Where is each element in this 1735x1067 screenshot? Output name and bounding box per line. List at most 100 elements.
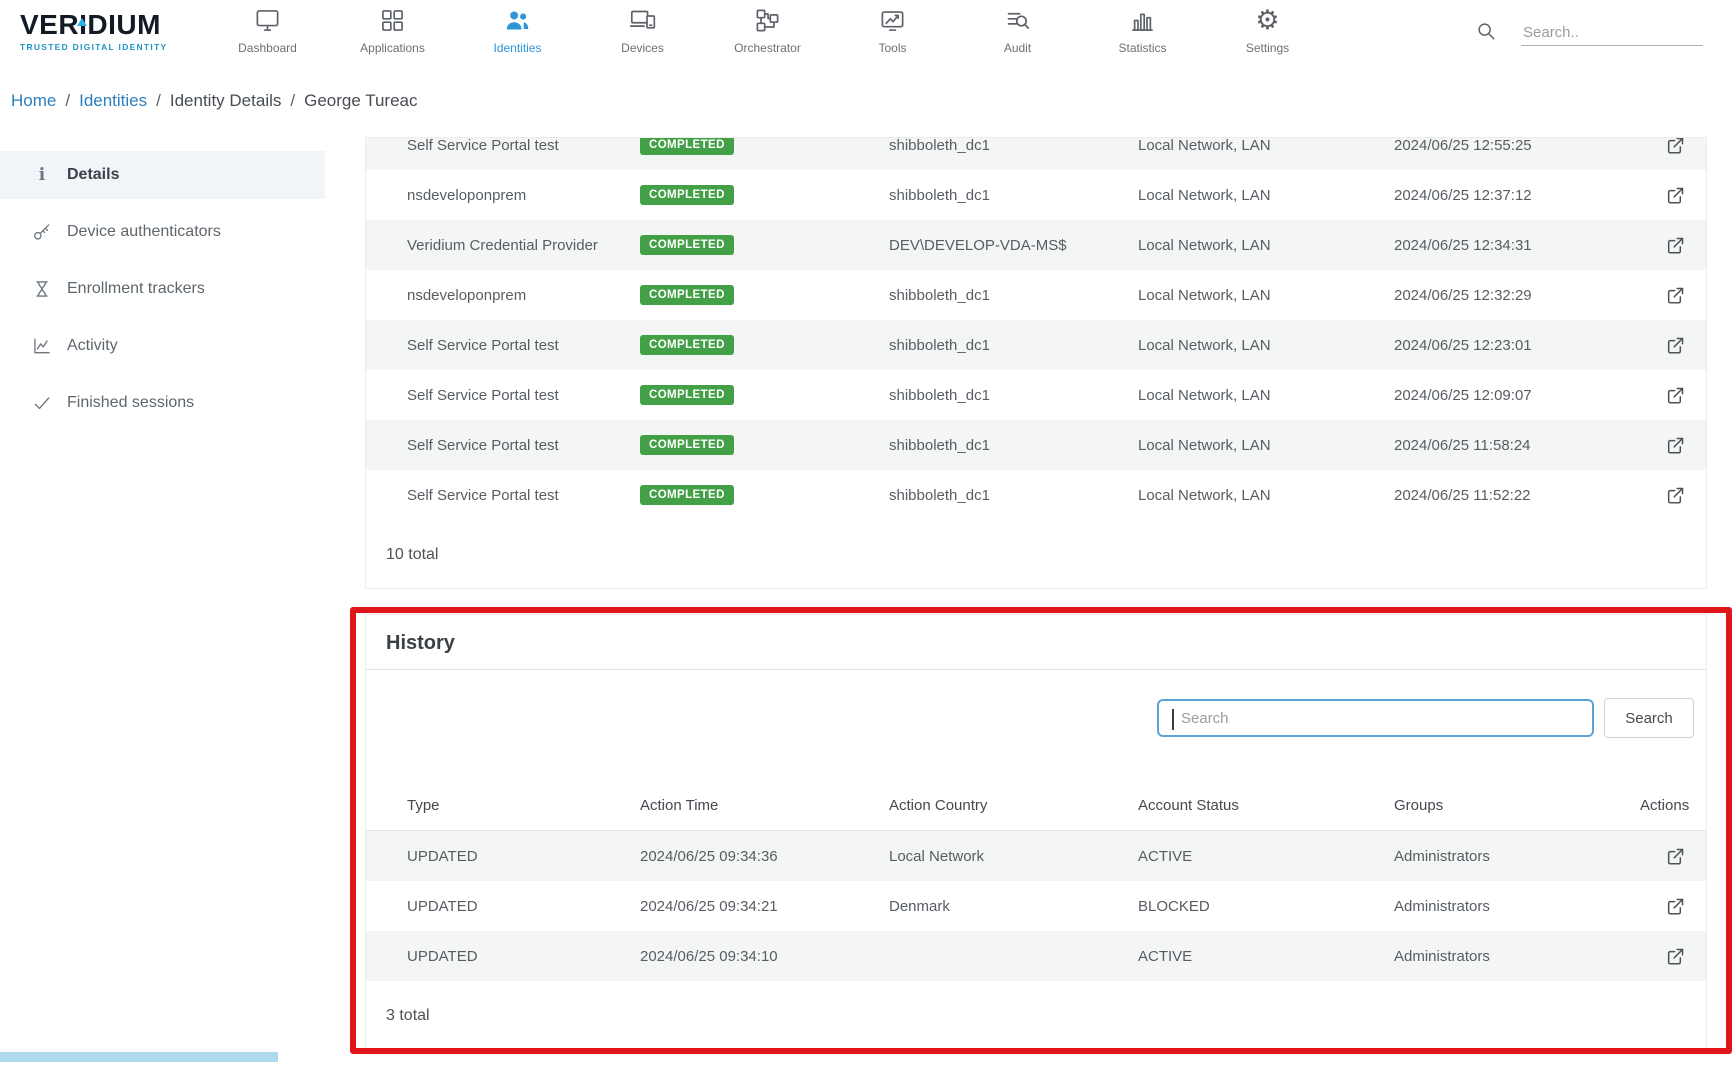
- session-app: nsdeveloponprem: [407, 287, 640, 304]
- status-badge: COMPLETED: [640, 385, 734, 405]
- scrollbar-thumb[interactable]: [0, 1052, 278, 1062]
- session-network: Local Network, LAN: [1138, 287, 1394, 304]
- open-record-icon[interactable]: [1665, 485, 1686, 506]
- nav-item-dashboard[interactable]: Dashboard: [205, 4, 330, 55]
- history-search-input[interactable]: [1159, 710, 1592, 727]
- status-badge: COMPLETED: [640, 335, 734, 355]
- sidebar-item-device-authenticators[interactable]: Device authenticators: [0, 208, 325, 256]
- audit-icon: [1004, 4, 1031, 36]
- session-row: Self Service Portal test COMPLETED shibb…: [366, 370, 1706, 420]
- session-row: Self Service Portal test COMPLETED shibb…: [366, 470, 1706, 520]
- status-badge: COMPLETED: [640, 485, 734, 505]
- status-badge: COMPLETED: [640, 435, 734, 455]
- sidebar-item-label: Enrollment trackers: [67, 280, 205, 298]
- nav-label: Tools: [878, 41, 906, 55]
- open-record-icon[interactable]: [1665, 235, 1686, 256]
- open-record-icon[interactable]: [1665, 335, 1686, 356]
- session-server: shibboleth_dc1: [889, 487, 1138, 504]
- history-groups: Administrators: [1394, 898, 1640, 915]
- nav-item-devices[interactable]: Devices: [580, 4, 705, 55]
- column-header-actions: Actions: [1640, 797, 1686, 814]
- session-app: Self Service Portal test: [407, 437, 640, 454]
- sessions-panel: Self Service Portal test COMPLETED shibb…: [365, 137, 1707, 589]
- sessions-table: Self Service Portal test COMPLETED shibb…: [366, 138, 1706, 520]
- session-time: 2024/06/25 12:34:31: [1394, 237, 1640, 254]
- session-server: DEV\DEVELOP-VDA-MS$: [889, 237, 1138, 254]
- top-nav-bar: VERIDIUM TRUSTED DIGITAL IDENTITY Dashbo…: [0, 0, 1735, 78]
- open-record-icon[interactable]: [1665, 896, 1686, 917]
- sidebar-item-label: Activity: [67, 337, 118, 355]
- history-search-row: Search: [366, 670, 1706, 738]
- history-row: UPDATED 2024/06/25 09:34:36 Local Networ…: [366, 831, 1706, 881]
- primary-nav: Dashboard Applications Identities Device…: [205, 4, 1330, 55]
- open-record-icon[interactable]: [1665, 385, 1686, 406]
- session-row: Self Service Portal test COMPLETED shibb…: [366, 320, 1706, 370]
- session-server: shibboleth_dc1: [889, 437, 1138, 454]
- column-header-groups: Groups: [1394, 797, 1640, 814]
- session-app: Veridium Credential Provider: [407, 237, 640, 254]
- nav-label: Statistics: [1118, 41, 1166, 55]
- sidebar-item-enrollment-trackers[interactable]: Enrollment trackers: [0, 265, 325, 313]
- history-groups: Administrators: [1394, 848, 1640, 865]
- session-time: 2024/06/25 11:52:22: [1394, 487, 1640, 504]
- session-network: Local Network, LAN: [1138, 437, 1394, 454]
- brand-name: VERIDIUM: [20, 10, 215, 40]
- global-search-input[interactable]: [1521, 20, 1703, 46]
- status-badge: COMPLETED: [640, 185, 734, 205]
- open-record-icon[interactable]: [1665, 138, 1686, 156]
- info-icon: i: [30, 163, 54, 187]
- orchestrator-icon: [754, 4, 781, 36]
- nav-item-orchestrator[interactable]: Orchestrator: [705, 4, 830, 55]
- history-action-time: 2024/06/25 09:34:10: [640, 948, 889, 965]
- open-record-icon[interactable]: [1665, 435, 1686, 456]
- session-network: Local Network, LAN: [1138, 487, 1394, 504]
- open-record-icon[interactable]: [1665, 946, 1686, 967]
- identities-icon: [504, 4, 531, 36]
- nav-item-tools[interactable]: Tools: [830, 4, 955, 55]
- nav-label: Applications: [360, 41, 425, 55]
- breadcrumb-identities[interactable]: Identities: [79, 91, 147, 111]
- sidebar-item-label: Device authenticators: [67, 223, 221, 241]
- status-badge: COMPLETED: [640, 235, 734, 255]
- open-record-icon[interactable]: [1665, 285, 1686, 306]
- history-table-header: Type Action Time Action Country Account …: [366, 781, 1706, 831]
- breadcrumb-separator: /: [156, 91, 161, 111]
- veridium-logo[interactable]: VERIDIUM TRUSTED DIGITAL IDENTITY: [20, 10, 215, 52]
- session-app: Self Service Portal test: [407, 138, 640, 154]
- session-app: Self Service Portal test: [407, 487, 640, 504]
- session-server: shibboleth_dc1: [889, 337, 1138, 354]
- history-type: UPDATED: [407, 948, 640, 965]
- nav-item-settings[interactable]: ⚙ Settings: [1205, 4, 1330, 55]
- session-time: 2024/06/25 12:55:25: [1394, 138, 1640, 154]
- nav-item-audit[interactable]: Audit: [955, 4, 1080, 55]
- nav-item-identities[interactable]: Identities: [455, 4, 580, 55]
- column-header-type: Type: [407, 797, 640, 814]
- status-badge: COMPLETED: [640, 138, 734, 155]
- history-search-button[interactable]: Search: [1604, 698, 1694, 738]
- session-time: 2024/06/25 12:23:01: [1394, 337, 1640, 354]
- sidebar: i Details Device authenticators Enrollme…: [0, 123, 325, 436]
- column-header-action-time: Action Time: [640, 797, 889, 814]
- nav-label: Identities: [493, 41, 541, 55]
- history-action-country: Local Network: [889, 848, 1138, 865]
- sidebar-item-finished-sessions[interactable]: Finished sessions: [0, 379, 325, 427]
- key-icon: [30, 220, 54, 244]
- sidebar-item-details[interactable]: i Details: [0, 151, 325, 199]
- nav-item-applications[interactable]: Applications: [330, 4, 455, 55]
- breadcrumb-user-name: George Tureac: [304, 91, 417, 111]
- nav-label: Dashboard: [238, 41, 297, 55]
- session-row: nsdeveloponprem COMPLETED shibboleth_dc1…: [366, 170, 1706, 220]
- checkmark-icon: [30, 391, 54, 415]
- session-time: 2024/06/25 11:58:24: [1394, 437, 1640, 454]
- history-account-status: ACTIVE: [1138, 848, 1394, 865]
- history-action-time: 2024/06/25 09:34:36: [640, 848, 889, 865]
- search-icon: [1475, 20, 1497, 42]
- sidebar-item-activity[interactable]: Activity: [0, 322, 325, 370]
- breadcrumb-home[interactable]: Home: [11, 91, 56, 111]
- open-record-icon[interactable]: [1665, 846, 1686, 867]
- session-network: Local Network, LAN: [1138, 237, 1394, 254]
- dashboard-icon: [254, 4, 281, 36]
- history-groups: Administrators: [1394, 948, 1640, 965]
- nav-item-statistics[interactable]: Statistics: [1080, 4, 1205, 55]
- open-record-icon[interactable]: [1665, 185, 1686, 206]
